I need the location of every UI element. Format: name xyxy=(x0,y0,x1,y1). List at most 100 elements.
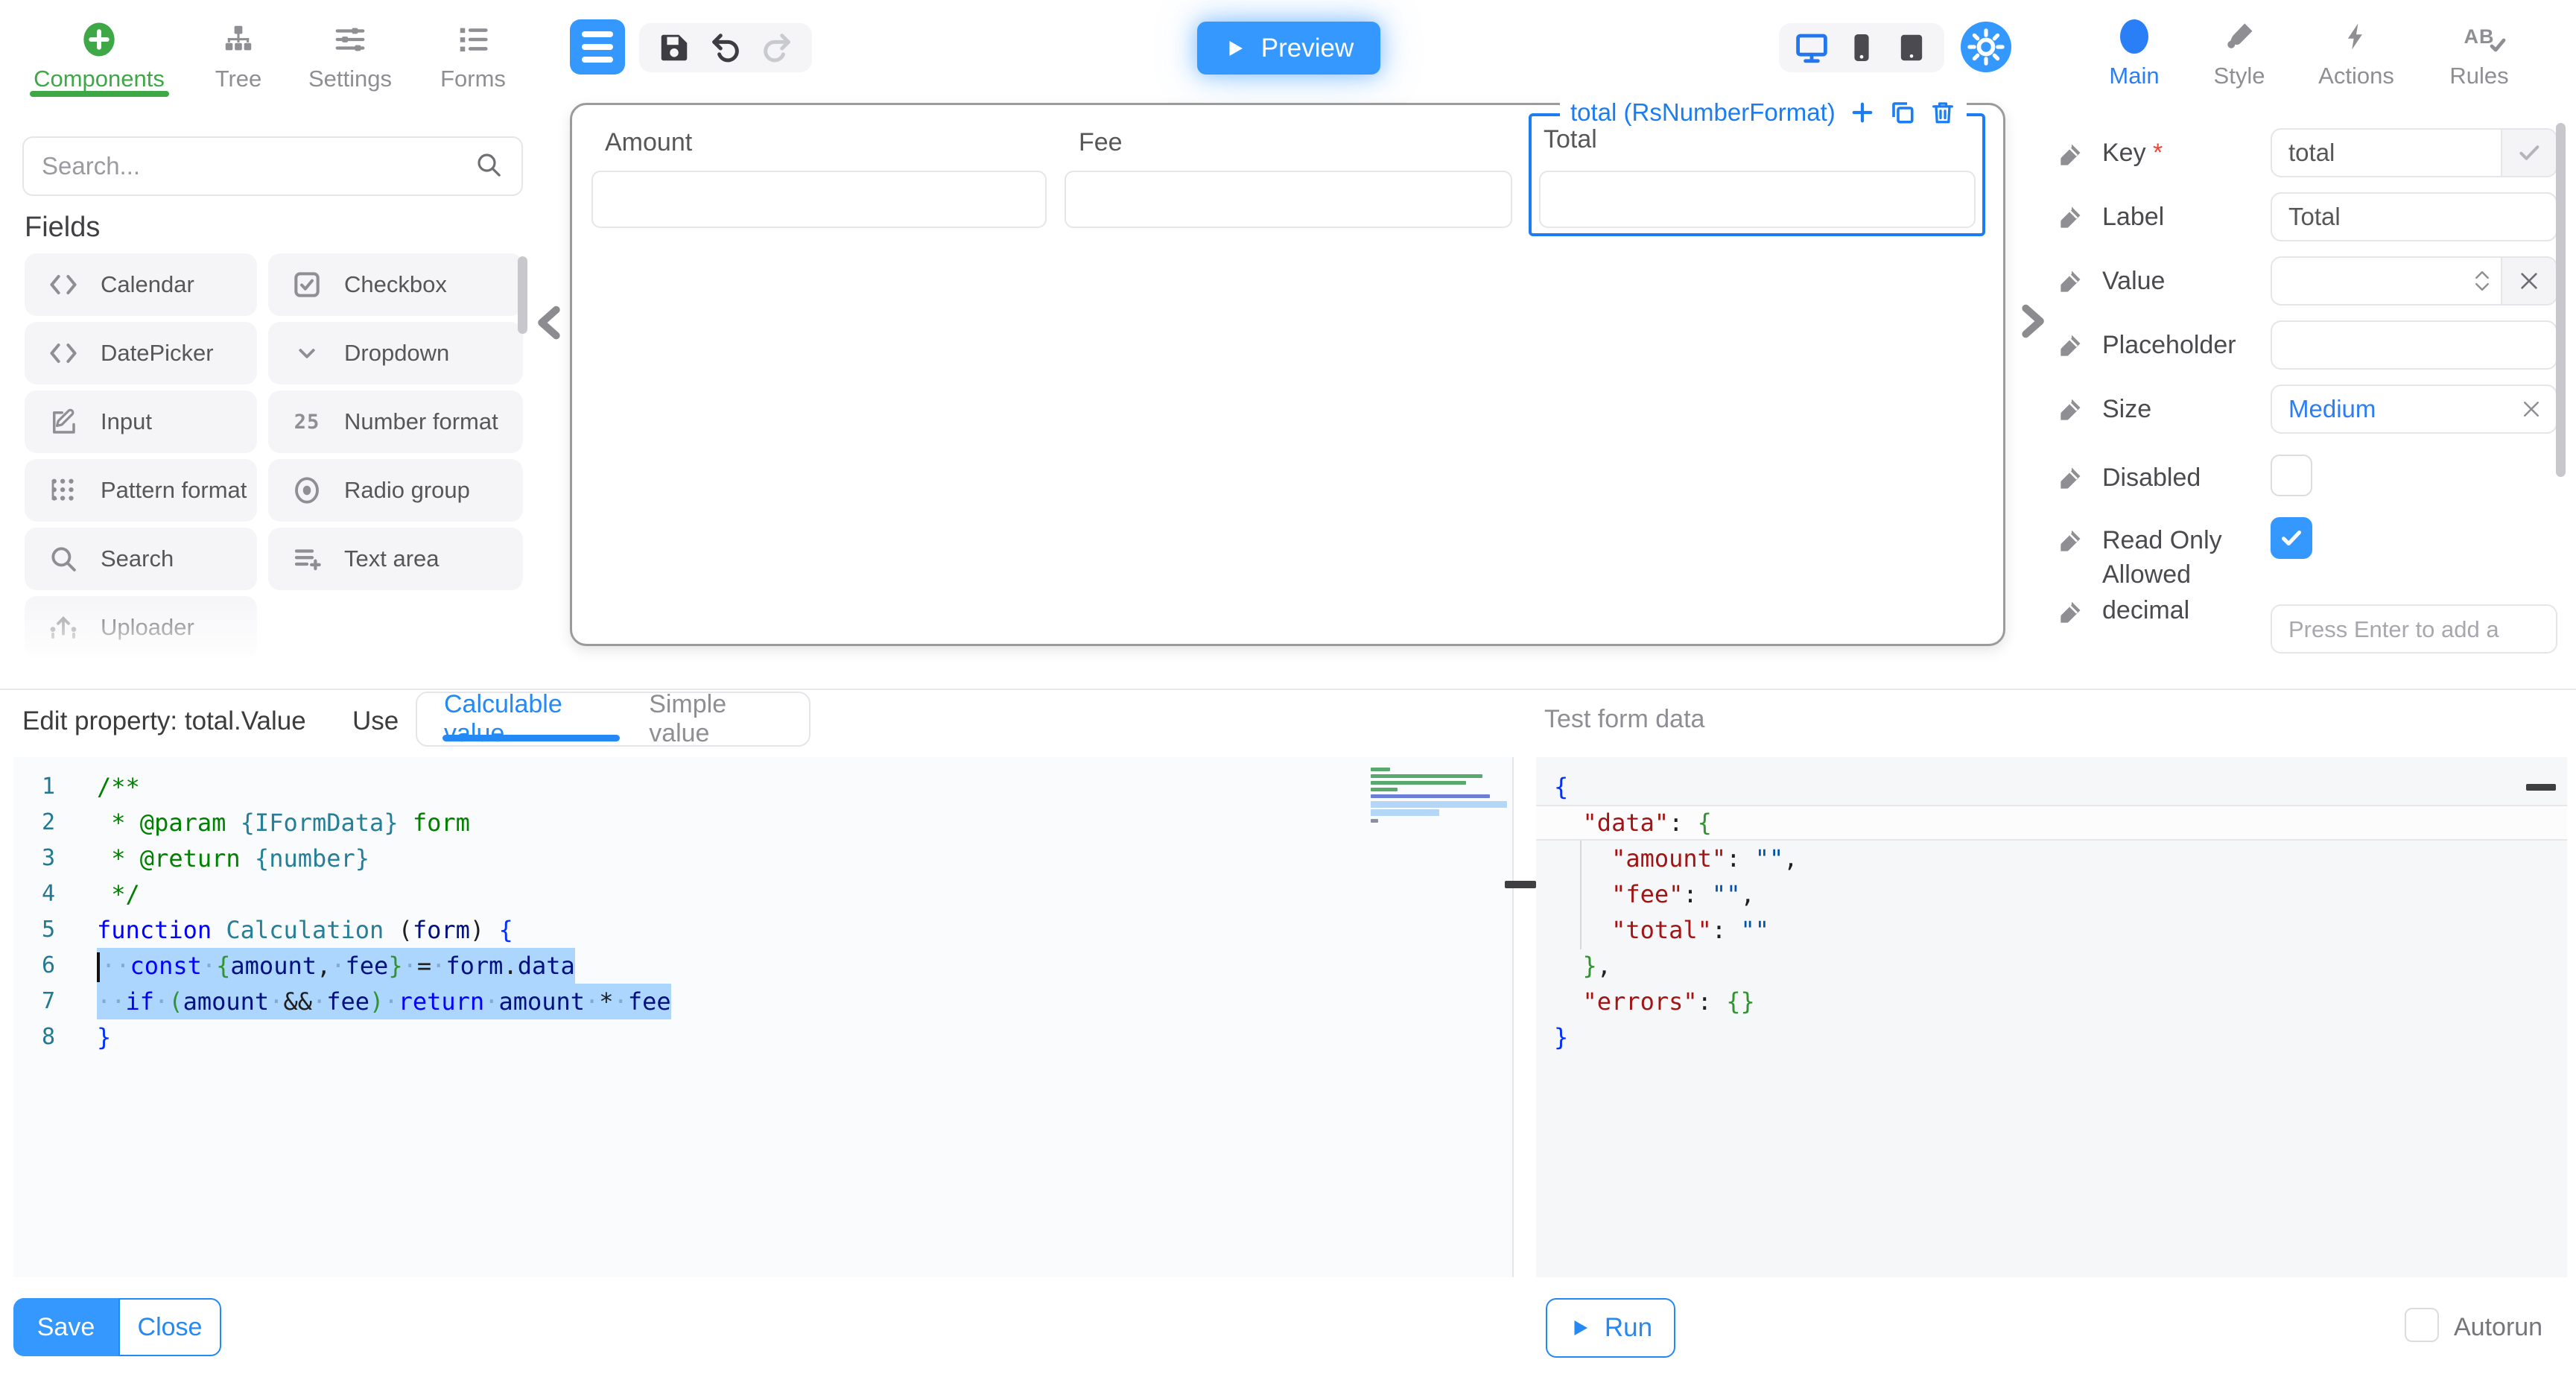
dots-grid-icon xyxy=(45,472,81,508)
field-item-checkbox[interactable]: Checkbox xyxy=(268,253,523,316)
copy-icon[interactable] xyxy=(1889,99,1916,126)
amount-field-input[interactable] xyxy=(591,171,1047,228)
smartphone-icon[interactable] xyxy=(1840,26,1883,69)
bolt-icon xyxy=(2304,15,2408,58)
collapse-left-panel-icon[interactable] xyxy=(530,300,569,349)
plus-circle-icon xyxy=(25,16,174,63)
collapse-right-panel-icon[interactable] xyxy=(2013,298,2052,348)
scrollbar-marker xyxy=(2526,784,2556,791)
code-line[interactable]: 8} xyxy=(13,1019,1512,1055)
add-icon[interactable] xyxy=(1849,99,1876,126)
field-item-radio-group[interactable]: Radio group xyxy=(268,459,523,522)
tab-forms-label: Forms xyxy=(428,66,518,92)
field-item-dropdown[interactable]: Dropdown xyxy=(268,322,523,385)
code-line[interactable]: 2 * @param {IFormData} form xyxy=(13,805,1512,841)
tab-rules[interactable]: AB Rules xyxy=(2427,15,2531,89)
run-button[interactable]: Run xyxy=(1546,1298,1675,1358)
scrollbar-marker xyxy=(1505,881,1536,888)
desktop-icon[interactable] xyxy=(1790,26,1833,69)
settings-gear-icon[interactable] xyxy=(1961,22,2011,72)
selected-component-tag: total (RsNumberFormat) xyxy=(1570,98,1836,127)
undo-icon[interactable] xyxy=(704,26,747,69)
field-item-datepicker[interactable]: DatePicker xyxy=(25,322,257,385)
tab-actions[interactable]: Actions xyxy=(2304,15,2408,89)
code-line[interactable]: 7··if·(amount·&&·fee)·return·amount·*·fe… xyxy=(13,984,1512,1019)
close-button[interactable]: Close xyxy=(118,1298,221,1356)
allowed-decimal-input[interactable] xyxy=(2272,615,2556,643)
disabled-checkbox[interactable] xyxy=(2271,455,2312,496)
code-line[interactable]: 1/** xyxy=(13,769,1512,805)
amount-field-label: Amount xyxy=(605,128,692,157)
minimap[interactable] xyxy=(1371,768,1507,826)
code-line[interactable]: "errors": {} xyxy=(1536,984,2567,1019)
pen-icon xyxy=(2055,464,2084,493)
code-editor[interactable]: 1/**2 * @param {IFormData} form3 * @retu… xyxy=(13,757,1514,1277)
field-item-number-format[interactable]: 25 Number format xyxy=(268,390,523,453)
fee-field-input[interactable] xyxy=(1065,171,1512,228)
code-line[interactable]: }, xyxy=(1536,948,2567,984)
code-line[interactable]: "fee": "", xyxy=(1536,876,2567,912)
right-panel-scrollbar[interactable] xyxy=(2556,123,2566,477)
autorun-checkbox[interactable] xyxy=(2405,1308,2439,1342)
search-input[interactable] xyxy=(42,152,474,180)
circle-icon xyxy=(2086,15,2183,58)
component-search xyxy=(22,136,523,196)
field-item-calendar[interactable]: Calendar xyxy=(25,253,257,316)
pen-icon xyxy=(2055,331,2084,361)
brush-icon xyxy=(2195,15,2284,58)
fields-scrollbar[interactable] xyxy=(518,256,527,334)
tab-components[interactable]: Components xyxy=(25,16,174,92)
code-line[interactable]: } xyxy=(1536,1019,2567,1055)
redo-icon[interactable] xyxy=(755,26,799,69)
save-icon[interactable] xyxy=(653,26,696,69)
field-item-input[interactable]: Input xyxy=(25,390,257,453)
field-item-search[interactable]: Search xyxy=(25,528,257,590)
number-stepper[interactable] xyxy=(2474,270,2501,292)
tab-main[interactable]: Main xyxy=(2086,15,2183,89)
pen-icon xyxy=(2055,140,2084,170)
code-line[interactable]: "amount": "", xyxy=(1536,841,2567,876)
code-line[interactable]: 5function Calculation (form) { xyxy=(13,912,1512,948)
label-input[interactable] xyxy=(2272,203,2556,231)
device-toolbar xyxy=(1779,23,1944,72)
clear-size-icon[interactable] xyxy=(2520,398,2556,420)
sliders-icon xyxy=(298,16,402,63)
save-button[interactable]: Save xyxy=(13,1298,118,1356)
tab-style[interactable]: Style xyxy=(2195,15,2284,89)
field-item-uploader[interactable]: Uploader xyxy=(25,596,257,659)
clear-value-icon[interactable] xyxy=(2501,258,2556,304)
readonly-checkbox[interactable] xyxy=(2271,517,2312,559)
section-divider xyxy=(0,689,2576,690)
test-data-editor[interactable]: { "data": { "amount": "", "fee": "", "to… xyxy=(1536,757,2567,1277)
required-asterisk: * xyxy=(2153,139,2163,167)
trash-icon[interactable] xyxy=(1929,99,1956,126)
code-line[interactable]: { xyxy=(1536,769,2567,805)
field-item-label: Checkbox xyxy=(344,271,447,298)
total-field-input[interactable] xyxy=(1539,171,1976,228)
field-item-text-area[interactable]: Text area xyxy=(268,528,523,590)
code-line[interactable]: 4 */ xyxy=(13,876,1512,912)
tab-settings[interactable]: Settings xyxy=(298,16,402,92)
menu-button[interactable] xyxy=(570,19,625,75)
code-line[interactable]: "data": { xyxy=(1536,805,2567,841)
label-row-label: Label xyxy=(2102,203,2164,232)
tablet-icon[interactable] xyxy=(1890,26,1933,69)
code-line[interactable]: 6··const·{amount,·fee}·=·form.data xyxy=(13,948,1512,984)
tree-icon xyxy=(201,16,276,63)
tab-simple-value[interactable]: Simple value xyxy=(649,690,782,748)
test-form-data-title: Test form data xyxy=(1544,705,1704,734)
value-input[interactable] xyxy=(2272,267,2474,295)
code-line[interactable]: "total": "" xyxy=(1536,912,2567,948)
tab-forms[interactable]: Forms xyxy=(428,16,518,92)
field-item-pattern-format[interactable]: Pattern format xyxy=(25,459,257,522)
edit-icon xyxy=(45,404,81,440)
code-line[interactable]: 3 * @return {number} xyxy=(13,841,1512,876)
ab-check-icon: AB xyxy=(2427,15,2531,58)
tab-tree[interactable]: Tree xyxy=(201,16,276,92)
preview-button[interactable]: Preview xyxy=(1197,22,1380,75)
size-select-value[interactable] xyxy=(2272,395,2520,423)
pen-icon xyxy=(2055,267,2084,297)
size-select[interactable] xyxy=(2271,385,2557,434)
key-input[interactable] xyxy=(2272,139,2501,167)
placeholder-input[interactable] xyxy=(2272,331,2556,359)
